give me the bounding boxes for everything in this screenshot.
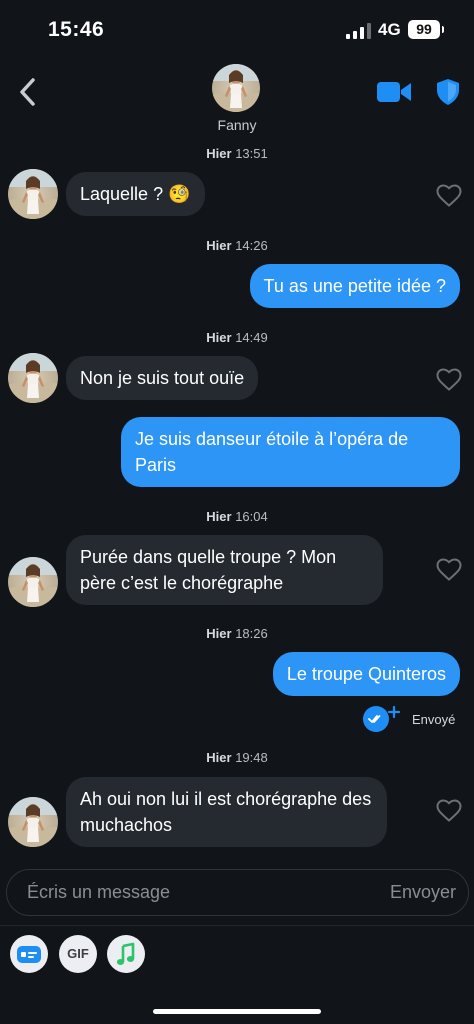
message-timestamp: Hier 19:48 — [206, 750, 268, 765]
message-bubble-incoming[interactable]: Ah oui non lui il est chorégraphe des mu… — [66, 777, 387, 847]
status-bar: 15:46 4G 99 — [0, 0, 474, 60]
battery-indicator: 99 — [408, 20, 444, 39]
message-bubble-incoming[interactable]: Laquelle ? 🧐 — [66, 172, 205, 216]
message-bubble-incoming[interactable]: Purée dans quelle troupe ? Mon père c’es… — [66, 535, 383, 605]
sender-avatar[interactable] — [8, 353, 58, 403]
message-input[interactable] — [27, 870, 367, 915]
music-note-icon — [116, 942, 135, 965]
sender-avatar[interactable] — [8, 169, 58, 219]
sender-avatar[interactable] — [8, 557, 58, 607]
read-receipt-icon — [363, 705, 401, 732]
message-bubble-outgoing[interactable]: Tu as une petite idée ? — [249, 264, 460, 308]
contact-avatar[interactable] — [212, 64, 260, 112]
delivery-status: Envoyé — [412, 712, 456, 727]
message-timestamp: Hier 16:04 — [206, 509, 268, 524]
heart-icon[interactable] — [436, 558, 462, 582]
divider — [0, 925, 474, 926]
message-timestamp: Hier 18:26 — [206, 626, 268, 641]
status-time: 15:46 — [48, 18, 105, 41]
music-button[interactable] — [107, 935, 145, 973]
message-timestamp: Hier 13:51 — [206, 146, 268, 161]
message-bubble-incoming[interactable]: Non je suis tout ouïe — [66, 356, 259, 400]
send-button[interactable]: Envoyer — [390, 882, 456, 903]
back-chevron-icon — [20, 78, 35, 106]
message-timestamp: Hier 14:49 — [206, 330, 268, 345]
message-bubble-outgoing[interactable]: Le troupe Quinteros — [272, 652, 460, 696]
video-call-button[interactable] — [376, 80, 412, 104]
chat-header: Fanny — [0, 60, 474, 140]
video-call-icon — [377, 82, 411, 102]
network-type: 4G — [378, 20, 401, 39]
card-icon — [17, 946, 41, 963]
message-list[interactable]: Hier 13:51 Laquelle ? 🧐 Hier 14:26 Tu as… — [0, 140, 474, 862]
message-timestamp: Hier 14:26 — [206, 238, 268, 253]
heart-icon[interactable] — [436, 184, 462, 208]
heart-icon[interactable] — [436, 799, 462, 823]
home-indicator[interactable] — [153, 1009, 321, 1014]
shield-icon — [437, 79, 459, 105]
cellular-signal-icon — [346, 23, 372, 39]
back-button[interactable] — [14, 74, 44, 110]
heart-icon[interactable] — [436, 368, 462, 392]
card-button[interactable] — [10, 935, 48, 973]
message-bubble-outgoing[interactable]: Je suis danseur étoile à l’opéra de Pari… — [121, 417, 460, 487]
message-composer: Envoyer — [6, 869, 469, 916]
safety-button[interactable] — [436, 78, 460, 106]
gif-button[interactable]: GIF — [59, 935, 97, 973]
sender-avatar[interactable] — [8, 797, 58, 847]
contact-name[interactable]: Fanny — [0, 117, 474, 133]
